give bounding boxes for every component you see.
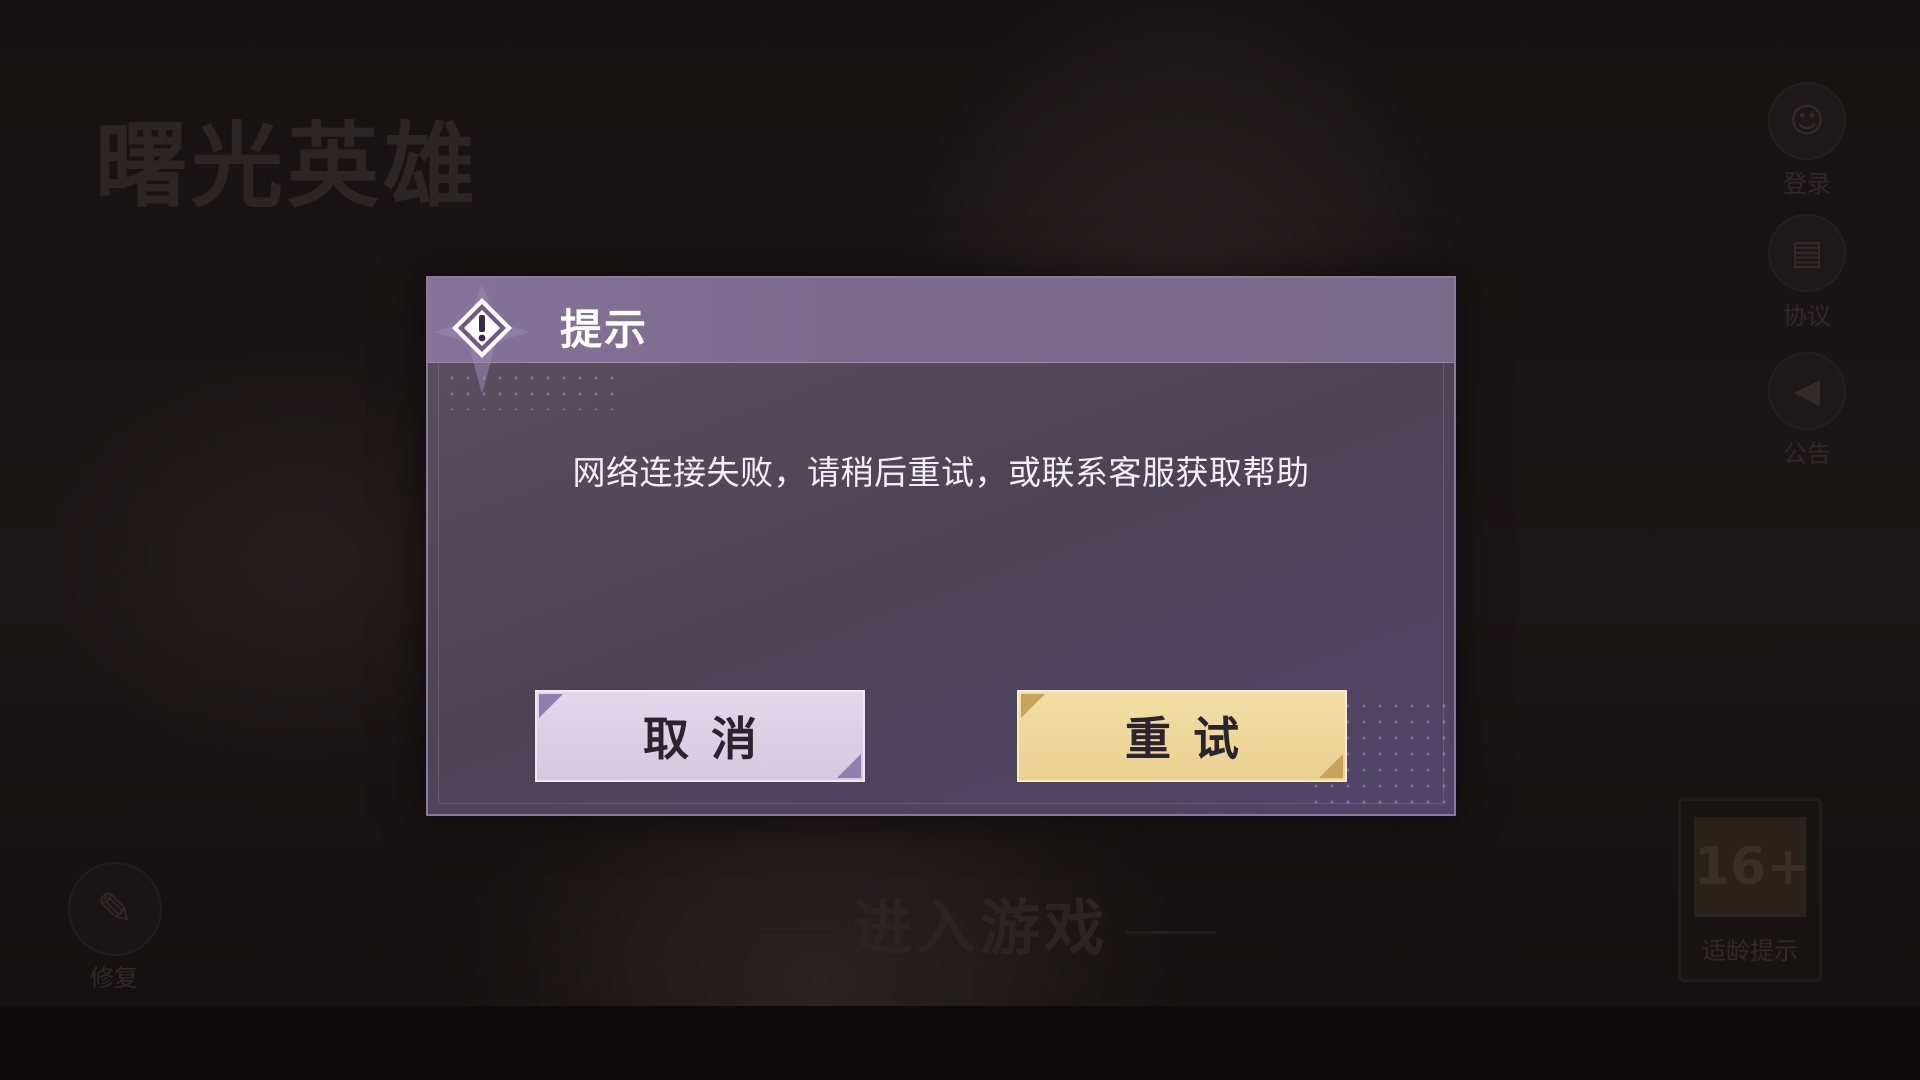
enter-game-button[interactable]: 进入游戏 — [700, 880, 1260, 967]
dialog-title: 提示 — [560, 305, 649, 354]
corner-decoration — [539, 694, 563, 718]
agreement-button[interactable]: ▤ 协议 — [1764, 214, 1850, 331]
cancel-button-label: 取消 — [643, 712, 779, 766]
warning-icon — [434, 284, 530, 392]
age-rating-label: 适龄提示 — [1702, 937, 1798, 965]
document-icon: ▤ — [1768, 214, 1846, 292]
announcement-button[interactable]: ◀ 公告 — [1764, 352, 1850, 469]
megaphone-icon: ◀ — [1768, 352, 1846, 430]
announcement-label: 公告 — [1783, 440, 1831, 468]
age-rating-number: 16+ — [1694, 817, 1810, 917]
divider — [1126, 930, 1216, 934]
corner-decoration — [1021, 694, 1045, 718]
age-rating-badge[interactable]: 16+ 适龄提示 — [1678, 798, 1822, 982]
game-logo: 曙光英雄 — [95, 112, 480, 220]
wrench-icon: ✎ — [68, 862, 162, 956]
network-error-dialog: 提示 网络连接失败，请稍后重试，或联系客服获取帮助 取消 重试 — [426, 276, 1456, 816]
retry-button[interactable]: 重试 — [1017, 690, 1347, 782]
bottom-strip — [0, 1006, 1920, 1080]
agreement-label: 协议 — [1783, 302, 1831, 330]
login-label: 登录 — [1783, 170, 1831, 198]
repair-label: 修复 — [90, 964, 138, 992]
login-button[interactable]: ☺ 登录 — [1764, 82, 1850, 199]
dialog-message: 网络连接失败，请稍后重试，或联系客服获取帮助 — [572, 453, 1310, 492]
cancel-button[interactable]: 取消 — [535, 690, 865, 782]
repair-button[interactable]: ✎ 修复 — [68, 862, 162, 993]
enter-game-label: 进入游戏 — [852, 894, 1108, 964]
divider — [744, 930, 834, 934]
user-icon: ☺ — [1768, 82, 1846, 160]
corner-decoration — [1319, 754, 1343, 778]
retry-button-label: 重试 — [1125, 712, 1261, 766]
corner-decoration — [837, 754, 861, 778]
